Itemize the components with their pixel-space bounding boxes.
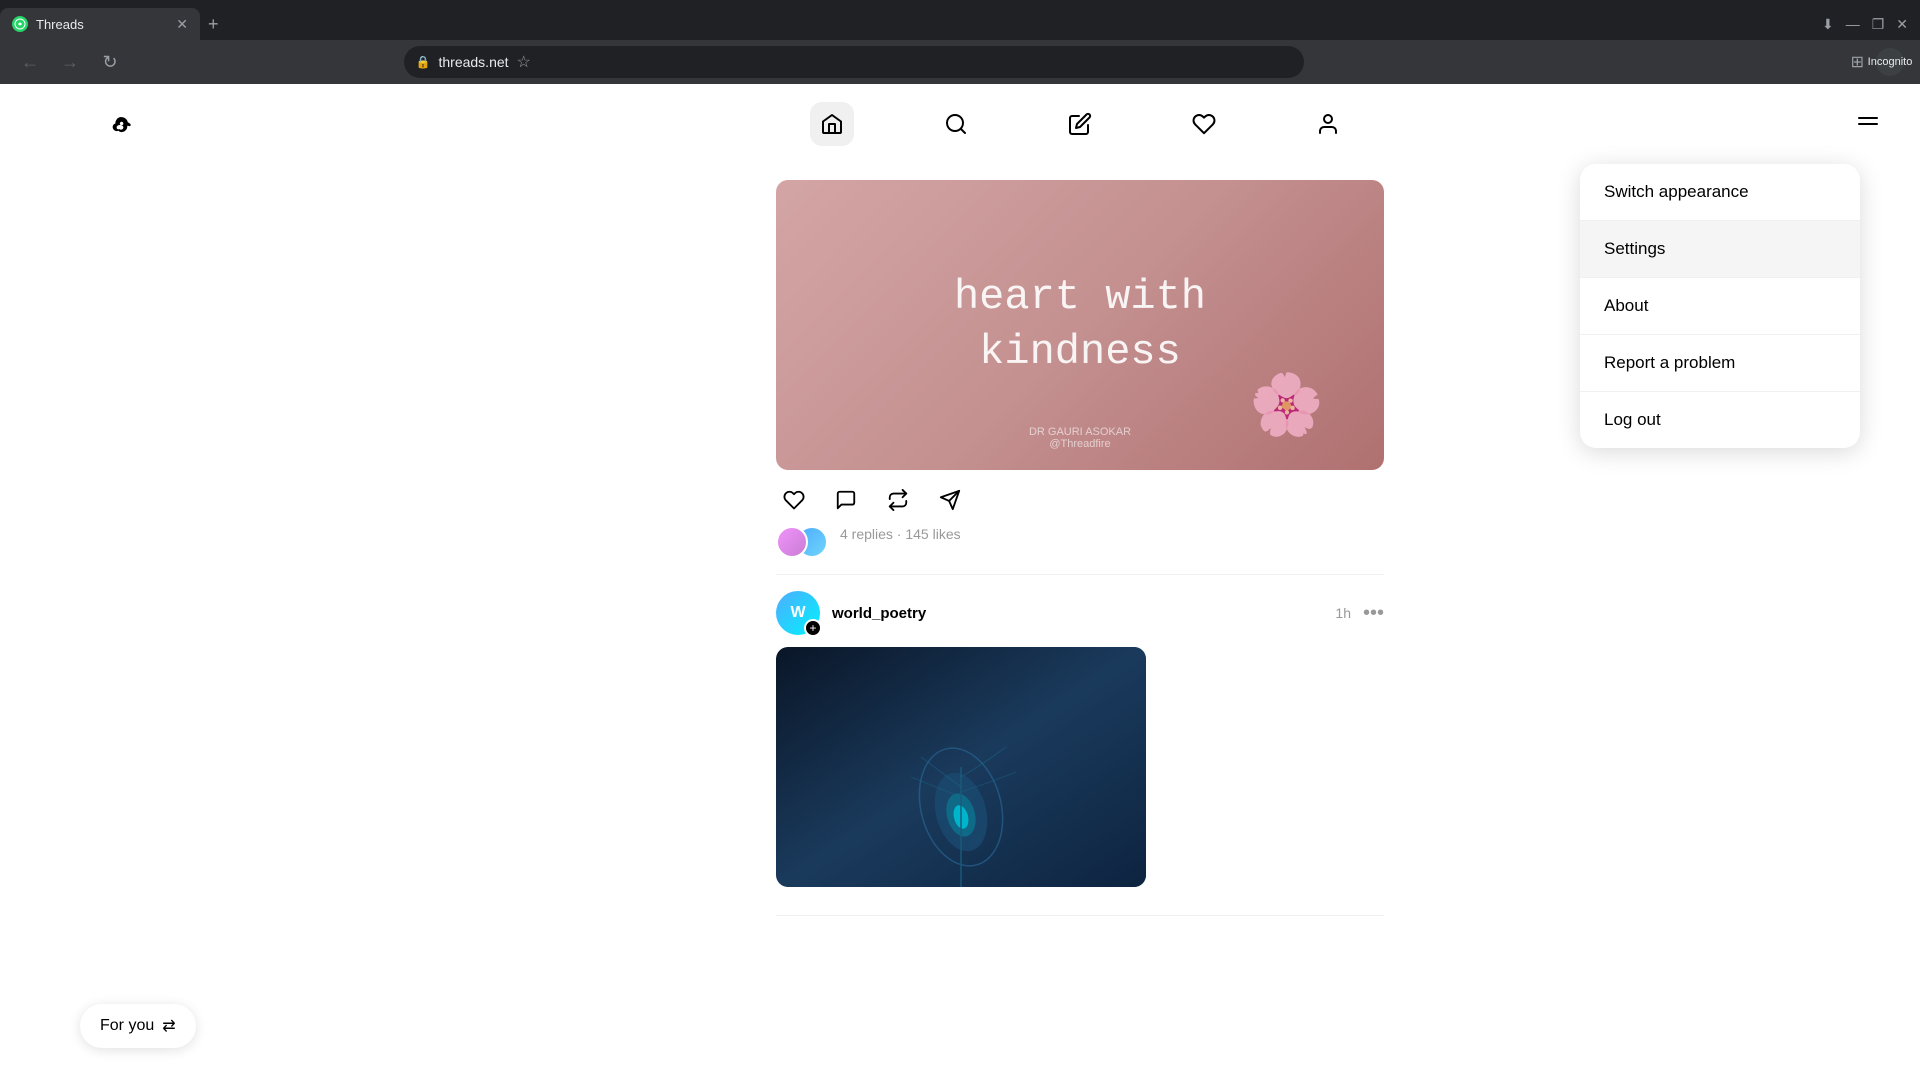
top-nav [240,84,1920,164]
like-button[interactable] [776,482,812,518]
bottom-bar: For you ⇄ [80,1004,196,1048]
refresh-icon: ⇄ [162,1016,175,1036]
watermark: DR GAURI ASOKAR @Threadfire [1029,426,1131,450]
threads-logo[interactable] [96,100,144,148]
incognito-label: Incognito [1868,56,1913,68]
post-1: heart withkindness 🌸 DR GAURI ASOKAR @Th… [776,164,1384,575]
post-2-avatar-container: W + [776,591,820,635]
replier-avatar-1 [776,526,808,558]
minimize-button[interactable]: — [1842,12,1864,37]
share-button[interactable] [932,482,968,518]
url-box[interactable]: 🔒 threads.net ☆ [404,46,1304,78]
post-2: W + world_poetry 1h ••• [776,575,1384,916]
address-bar: ← → ↻ 🔒 threads.net ☆ ⊞ Incognito [0,40,1920,84]
post-stats-text: 4 replies · 145 likes [840,526,961,558]
post-2-time: 1h [1335,605,1351,621]
window-controls: ⬇ — ❐ ✕ [1818,12,1920,37]
settings-item[interactable]: Settings [1580,221,1860,278]
toolbar-right: ⊞ Incognito [1851,48,1904,76]
tab-title: Threads [36,17,168,32]
about-item[interactable]: About [1580,278,1860,335]
compose-nav-button[interactable] [1058,102,1102,146]
feed: heart withkindness 🌸 DR GAURI ASOKAR @Th… [760,164,1400,1080]
post-image-1: heart withkindness 🌸 DR GAURI ASOKAR @Th… [776,180,1384,470]
reload-button[interactable]: ↻ [96,48,124,76]
browser-chrome: Threads ✕ + ⬇ — ❐ ✕ ← → ↻ 🔒 threads.net … [0,0,1920,84]
back-button[interactable]: ← [16,48,44,76]
activity-nav-button[interactable] [1182,102,1226,146]
app-container: heart withkindness 🌸 DR GAURI ASOKAR @Th… [0,84,1920,1080]
search-nav-button[interactable] [934,102,978,146]
maximize-button[interactable]: ❐ [1868,12,1889,37]
menu-button[interactable] [1848,104,1888,144]
forward-button[interactable]: → [56,48,84,76]
bookmark-icon[interactable]: ☆ [517,52,531,72]
extensions-icon[interactable]: ⊞ [1851,52,1864,72]
tab-bar: Threads ✕ + ⬇ — ❐ ✕ [0,0,1920,40]
tab-close-button[interactable]: ✕ [176,16,188,33]
close-button[interactable]: ✕ [1892,12,1912,37]
repost-button[interactable] [880,482,916,518]
active-tab[interactable]: Threads ✕ [0,8,200,40]
for-you-label: For you [100,1017,154,1035]
post-2-options[interactable]: ••• [1363,602,1384,625]
tab-favicon [12,16,28,32]
new-tab-button[interactable]: + [200,14,227,35]
home-nav-button[interactable] [810,102,854,146]
post-2-background [776,647,1146,887]
lock-icon: 🔒 [416,55,431,69]
log-out-item[interactable]: Log out [1580,392,1860,448]
profile-nav-button[interactable] [1306,102,1350,146]
comment-button[interactable] [828,482,864,518]
for-you-button[interactable]: For you ⇄ [80,1004,196,1048]
switch-appearance-item[interactable]: Switch appearance [1580,164,1860,221]
dropdown-menu: Switch appearance Settings About Report … [1580,164,1860,448]
post-stats: 4 replies · 145 likes [776,526,1384,558]
url-text: threads.net [438,54,508,70]
follow-button[interactable]: + [804,619,822,637]
downloads-icon[interactable]: ⬇ [1818,12,1838,37]
sidebar [0,84,240,1080]
post-2-header: W + world_poetry 1h ••• [776,591,1384,635]
post-image-placeholder: heart withkindness 🌸 DR GAURI ASOKAR @Th… [776,180,1384,470]
post-2-image [776,647,1384,887]
flower-decoration: 🌸 [1249,369,1324,440]
image-overlay: heart withkindness 🌸 DR GAURI ASOKAR @Th… [776,180,1384,470]
post-actions [776,482,1384,518]
post-2-meta: world_poetry [832,605,1323,622]
report-problem-item[interactable]: Report a problem [1580,335,1860,392]
post-2-username[interactable]: world_poetry [832,605,1323,622]
profile-button[interactable]: Incognito [1876,48,1904,76]
post-2-image-placeholder [776,647,1146,887]
replier-avatars [776,526,828,558]
poem-text: heart withkindness [954,270,1206,379]
